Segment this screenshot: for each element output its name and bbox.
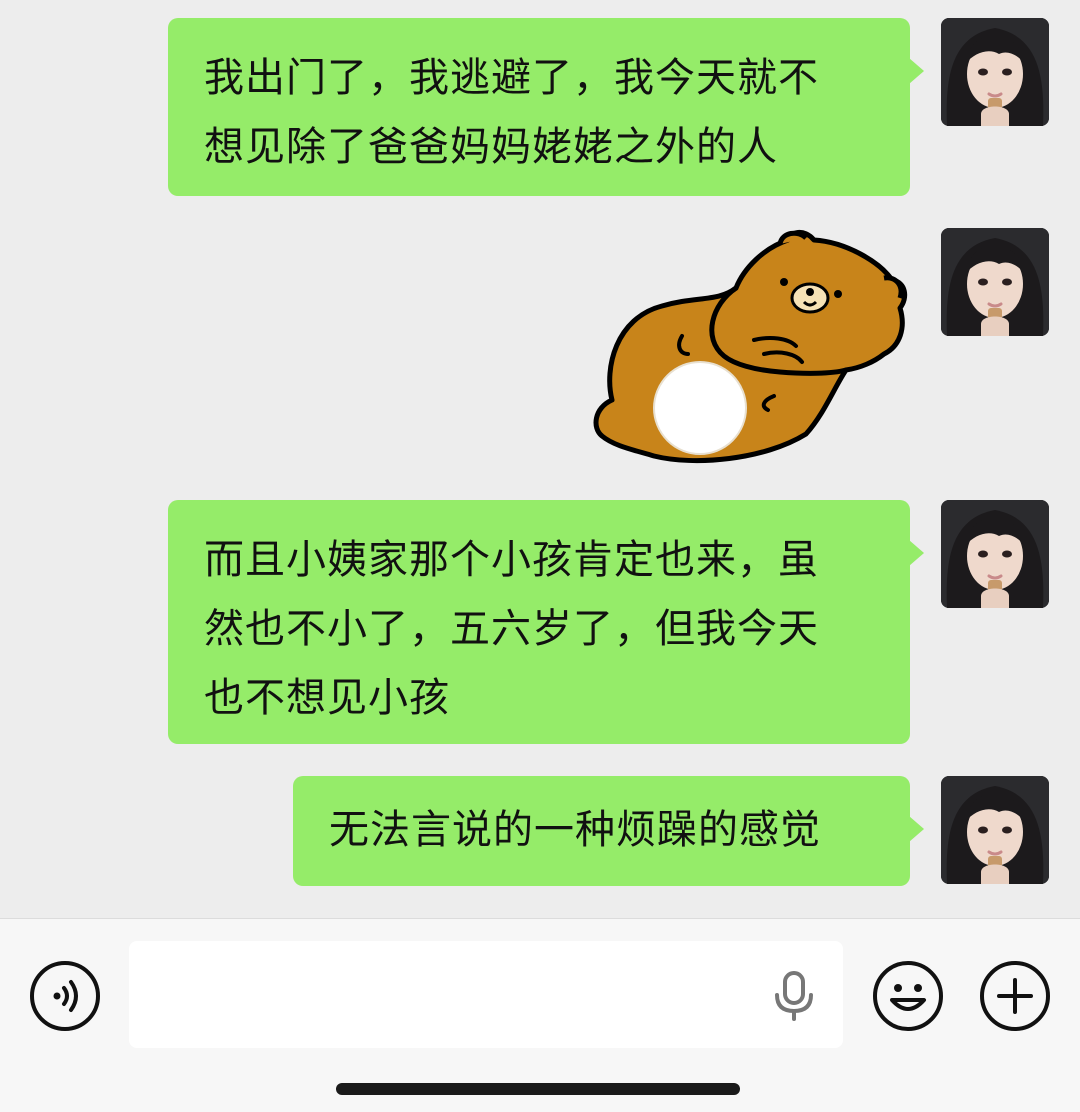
- message-line: 我出门了，我逃避了，我今天就不: [204, 55, 819, 101]
- message-line: 然也不小了，五六岁了，但我今天: [204, 606, 819, 652]
- message-input[interactable]: [129, 941, 843, 1048]
- message-line: 而且小姨家那个小孩肯定也来，虽: [204, 537, 819, 583]
- message-line: 也不想见小孩: [204, 675, 450, 721]
- message-line: 无法言说的一种烦躁的感觉: [329, 807, 821, 853]
- avatar[interactable]: [941, 500, 1049, 608]
- bear-sticker[interactable]: [584, 228, 910, 468]
- avatar-portrait-icon: [941, 18, 1049, 126]
- home-indicator: [336, 1083, 740, 1095]
- message-row: 无法言说的一种烦躁的感觉: [0, 776, 1080, 886]
- avatar-portrait-icon: [941, 776, 1049, 884]
- avatar[interactable]: [941, 776, 1049, 884]
- plus-icon[interactable]: [979, 960, 1051, 1032]
- message-line: 想见除了爸爸妈妈姥姥之外的人: [204, 124, 778, 170]
- microphone-icon[interactable]: [772, 971, 816, 1021]
- message-bubble[interactable]: 而且小姨家那个小孩肯定也来，虽 然也不小了，五六岁了，但我今天 也不想见小孩: [168, 500, 924, 744]
- avatar-portrait-icon: [941, 500, 1049, 608]
- message-row: 我出门了，我逃避了，我今天就不 想见除了爸爸妈妈姥姥之外的人: [0, 18, 1080, 196]
- message-row: [0, 228, 1080, 468]
- avatar[interactable]: [941, 18, 1049, 126]
- brown-bear-lying-sticker-icon: [593, 230, 908, 464]
- message-bubble[interactable]: 我出门了，我逃避了，我今天就不 想见除了爸爸妈妈姥姥之外的人: [168, 18, 924, 196]
- message-bubble[interactable]: 无法言说的一种烦躁的感觉: [293, 776, 924, 886]
- avatar-portrait-icon: [941, 228, 1049, 336]
- message-row: 而且小姨家那个小孩肯定也来，虽 然也不小了，五六岁了，但我今天 也不想见小孩: [0, 500, 1080, 744]
- avatar[interactable]: [941, 228, 1049, 336]
- chat-area: 我出门了，我逃避了，我今天就不 想见除了爸爸妈妈姥姥之外的人 而且小姨家那个小孩…: [0, 0, 1080, 918]
- input-bar: [0, 918, 1080, 1112]
- voice-mode-icon[interactable]: [29, 960, 101, 1032]
- emoji-icon[interactable]: [872, 960, 944, 1032]
